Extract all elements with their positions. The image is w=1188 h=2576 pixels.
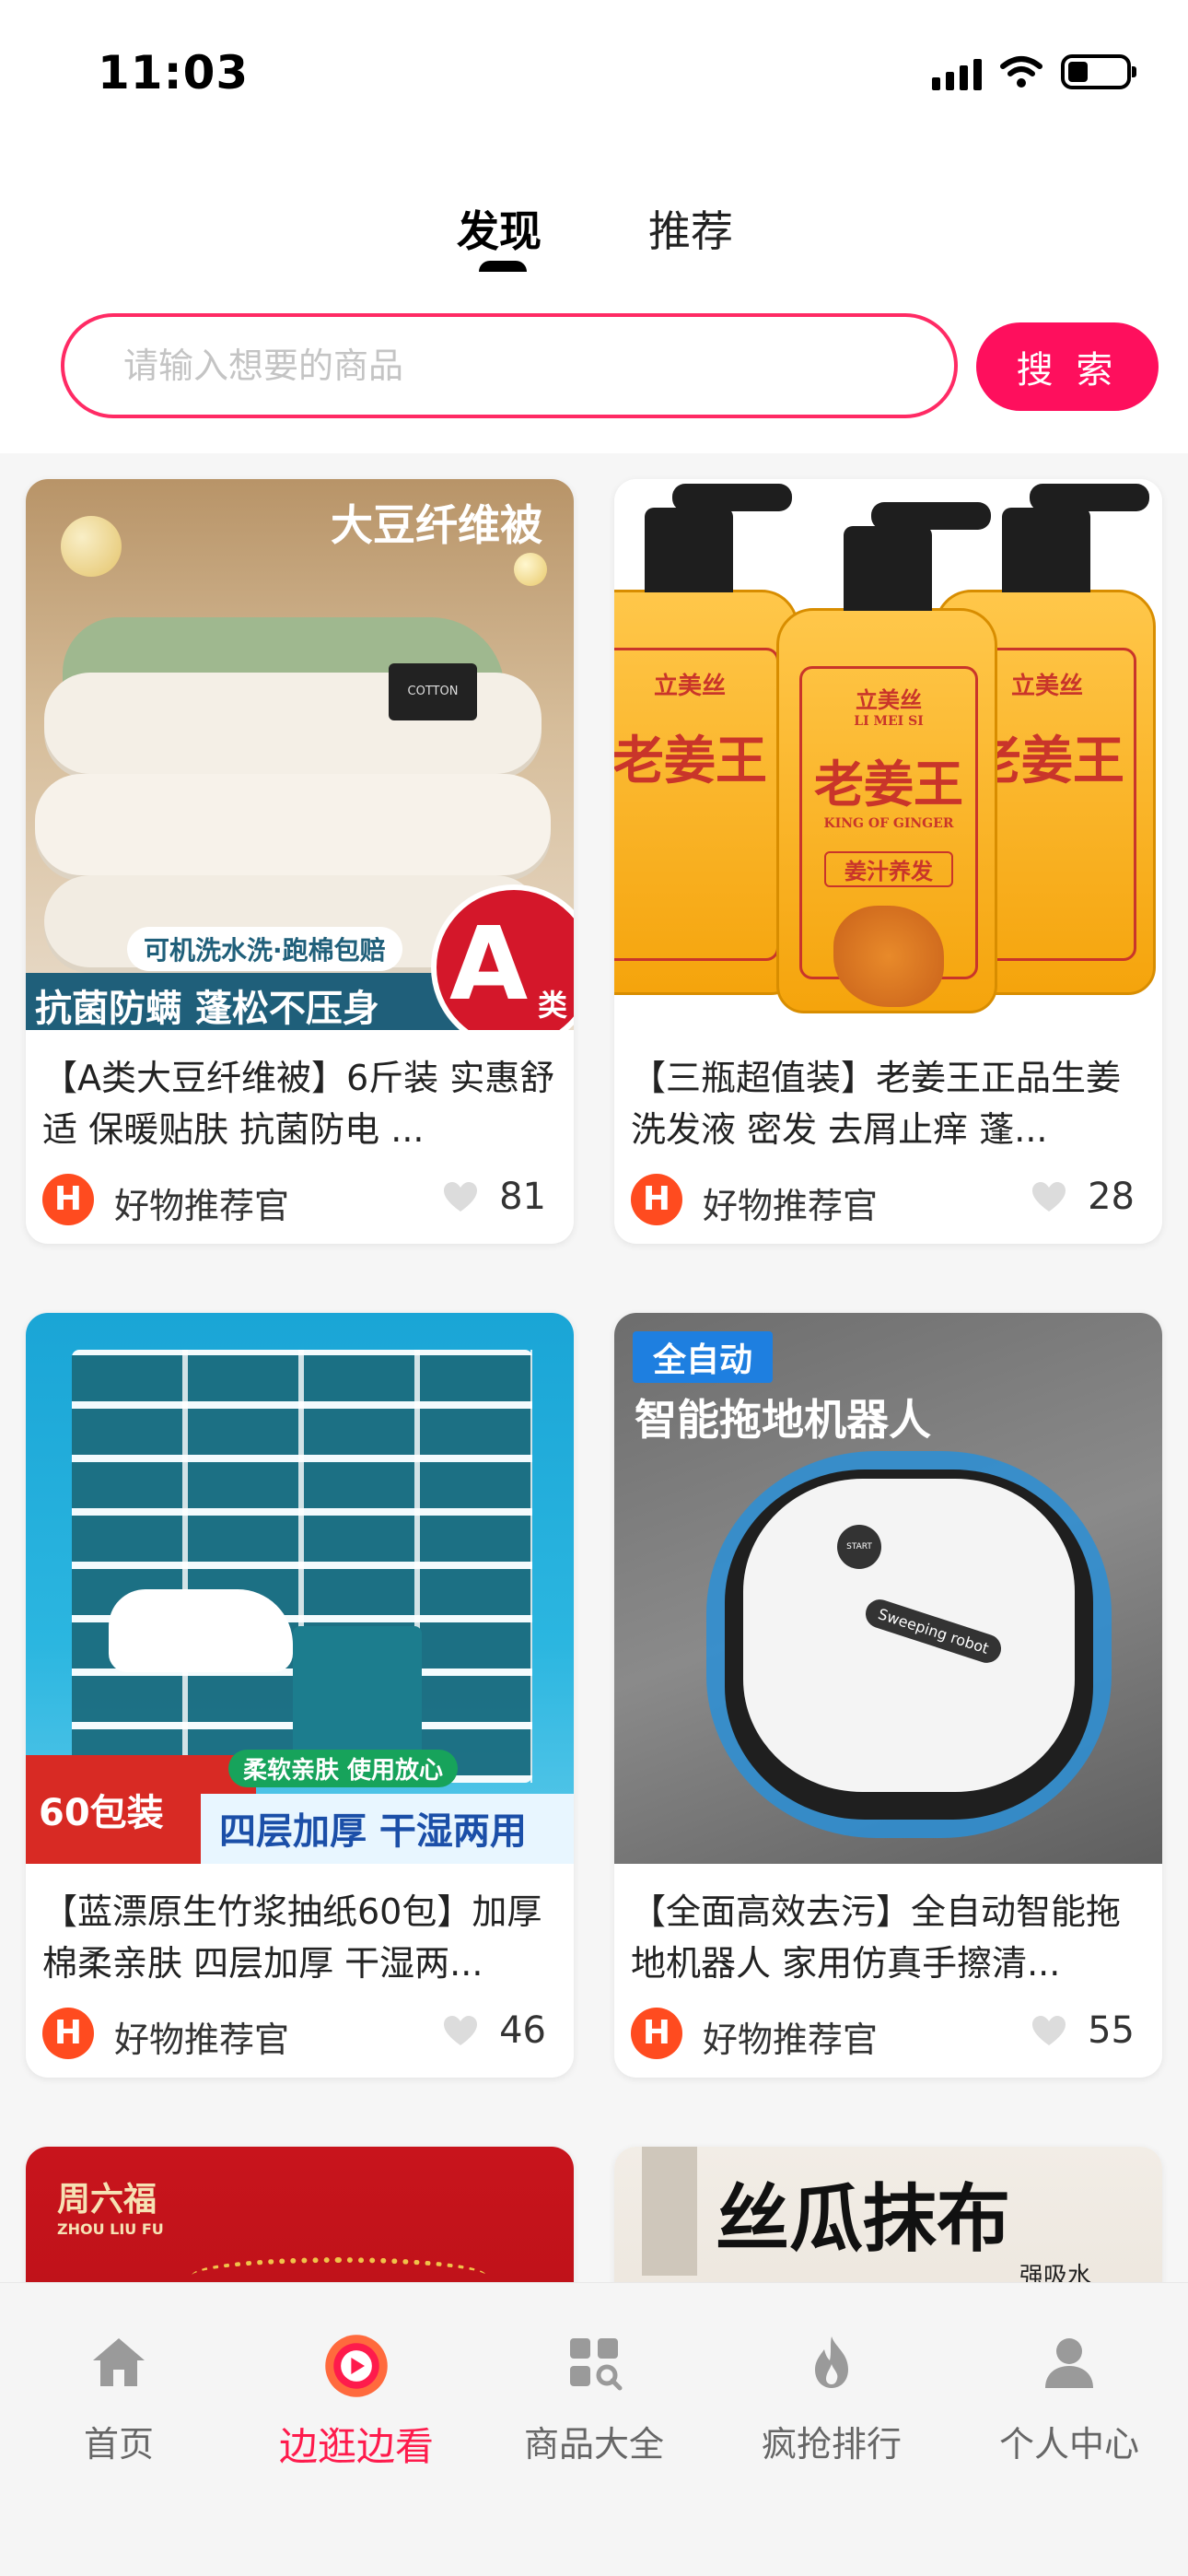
like-count: 46: [499, 2009, 546, 2052]
wifi-icon: [1000, 56, 1042, 88]
product-card[interactable]: 立美丝 老姜王 立美丝 老姜王 立美丝 LI MEI SI 老姜王 KING OF …: [614, 479, 1162, 1244]
nav-label: 疯抢排行: [761, 2424, 902, 2465]
like-count: 81: [499, 1176, 546, 1218]
bottom-nav: 首页 边逛边看 商品大全 疯抢排行 个人中心: [0, 2282, 1188, 2576]
shop-name[interactable]: 好物推荐官: [114, 2011, 289, 2062]
image-headline: 大豆纤维被: [331, 500, 542, 550]
nav-label: 个人中心: [998, 2424, 1139, 2465]
nav-browse-watch[interactable]: 边逛边看: [238, 2333, 475, 2472]
category-icon: [570, 2338, 623, 2391]
product-image[interactable]: COTTON 大豆纤维被 可机洗水洗·跑棉包赔 抗菌防螨 蓬松不压身 A 类: [26, 479, 574, 1030]
nav-hot-ranking[interactable]: 疯抢排行: [713, 2333, 950, 2466]
search-input[interactable]: [64, 317, 954, 415]
image-product-en: KING OF GINGER: [823, 816, 954, 831]
product-card[interactable]: 周六福 ZHOU LIU FU: [26, 2147, 574, 2282]
image-banner: 抗菌防螨 蓬松不压身: [35, 988, 379, 1030]
search-button[interactable]: 搜 索: [976, 322, 1159, 411]
image-badge: 柔软亲肤 使用放心: [228, 1750, 459, 1787]
product-card[interactable]: 全自动 智能拖地机器人 START Sweeping robot 【全面高效去污…: [614, 1313, 1162, 2078]
status-bar: 11:03: [0, 0, 1188, 147]
product-image[interactable]: 立美丝 老姜王 立美丝 老姜王 立美丝 LI MEI SI 老姜王 KING OF …: [614, 479, 1162, 1030]
shop-logo-icon[interactable]: H: [631, 1174, 682, 1225]
shop-logo-icon[interactable]: H: [631, 2008, 682, 2059]
card-footer: H 好物推荐官 81: [26, 1155, 574, 1244]
product-image[interactable]: 全自动 智能拖地机器人 START Sweeping robot: [614, 1313, 1162, 1864]
nav-all-products[interactable]: 商品大全: [475, 2333, 713, 2466]
image-pack: 60包装: [39, 1792, 164, 1834]
image-headline: 丝瓜抹布: [716, 2176, 1010, 2262]
image-brand-en: ZHOU LIU FU: [57, 2220, 164, 2238]
heart-icon: [444, 1182, 478, 1212]
like-button[interactable]: 55: [1031, 2009, 1135, 2052]
image-grade: A: [449, 905, 529, 1023]
like-button[interactable]: 46: [442, 2009, 546, 2052]
product-image[interactable]: 周六福 ZHOU LIU FU: [26, 2147, 574, 2282]
shop-name[interactable]: 好物推荐官: [703, 2011, 878, 2062]
product-title[interactable]: 【蓝漂原生竹浆抽纸60包】加厚棉柔亲肤 四层加厚 干湿两...: [26, 1864, 574, 1989]
product-image[interactable]: 丝瓜抹布 强吸水: [614, 2147, 1162, 2282]
heart-icon: [1032, 2016, 1066, 2045]
battery-icon: [1061, 54, 1136, 89]
image-badge: 可机洗水洗·跑棉包赔: [127, 927, 402, 971]
heart-icon: [1032, 1182, 1066, 1212]
like-button[interactable]: 28: [1031, 1176, 1135, 1218]
card-footer: H 好物推荐官 46: [26, 1989, 574, 2078]
status-icons: [932, 53, 1136, 90]
shop-logo-icon[interactable]: H: [42, 2008, 94, 2059]
product-title[interactable]: 【A类大豆纤维被】6斤装 实惠舒适 保暖贴肤 抗菌防电 ...: [26, 1030, 574, 1155]
image-start-button: START: [837, 1525, 881, 1569]
nav-home[interactable]: 首页: [0, 2333, 238, 2466]
card-footer: H 好物推荐官 28: [614, 1155, 1162, 1244]
top-tabs: 发现 推荐: [0, 189, 1188, 281]
active-tab-indicator: [479, 261, 527, 272]
shop-name[interactable]: 好物推荐官: [703, 1177, 878, 1228]
tab-discover[interactable]: 发现: [457, 198, 542, 259]
like-button[interactable]: 81: [442, 1176, 546, 1218]
image-tag: 全自动: [633, 1331, 774, 1383]
nav-profile[interactable]: 个人中心: [950, 2333, 1188, 2466]
product-title[interactable]: 【全面高效去污】全自动智能拖地机器人 家用仿真手擦清...: [614, 1864, 1162, 1989]
image-headline: 智能拖地机器人: [635, 1395, 931, 1445]
image-tag: 姜汁养发: [824, 851, 953, 887]
shop-name[interactable]: 好物推荐官: [114, 1177, 289, 1228]
like-count: 55: [1088, 2009, 1135, 2052]
play-icon: [325, 2335, 388, 2397]
image-tag: 强吸水: [1019, 2263, 1092, 2282]
nav-label: 边逛边看: [278, 2424, 434, 2469]
search-box: [61, 313, 958, 418]
bottle-label: 立美丝 LI MEI SI 老姜王 KING OF GINGER 姜汁养发: [799, 666, 978, 1007]
image-banner: 四层加厚 干湿两用: [219, 1810, 527, 1853]
tab-recommend[interactable]: 推荐: [648, 198, 733, 259]
product-title[interactable]: 【三瓶超值装】老姜王正品生姜洗发液 密发 去屑止痒 蓬...: [614, 1030, 1162, 1155]
product-card[interactable]: 60包装 柔软亲肤 使用放心 四层加厚 干湿两用 【蓝漂原生竹浆抽纸60包】加厚…: [26, 1313, 574, 2078]
person-icon: [1045, 2338, 1093, 2388]
fire-icon: [815, 2336, 848, 2388]
product-card[interactable]: COTTON 大豆纤维被 可机洗水洗·跑棉包赔 抗菌防螨 蓬松不压身 A 类 【…: [26, 479, 574, 1244]
home-icon: [93, 2338, 145, 2386]
image-brand-en: LI MEI SI: [854, 714, 924, 729]
nav-label: 首页: [83, 2424, 154, 2465]
heart-icon: [444, 2016, 478, 2045]
image-grade-suffix: 类: [538, 988, 568, 1023]
product-card[interactable]: 丝瓜抹布 强吸水: [614, 2147, 1162, 2282]
product-image[interactable]: 60包装 柔软亲肤 使用放心 四层加厚 干湿两用: [26, 1313, 574, 1864]
product-feed[interactable]: COTTON 大豆纤维被 可机洗水洗·跑棉包赔 抗菌防螨 蓬松不压身 A 类 【…: [0, 453, 1188, 2282]
status-time: 11:03: [98, 46, 250, 100]
image-brand: 立美丝: [856, 686, 922, 713]
signal-icon: [932, 53, 982, 90]
image-brand: 周六福: [57, 2180, 157, 2219]
like-count: 28: [1088, 1176, 1135, 1218]
search-row: 搜 索: [0, 313, 1188, 424]
nav-label: 商品大全: [523, 2424, 664, 2465]
image-product-name: 老姜王: [814, 755, 963, 814]
shop-logo-icon[interactable]: H: [42, 1174, 94, 1225]
card-footer: H 好物推荐官 55: [614, 1989, 1162, 2078]
brand-tag: COTTON: [389, 663, 477, 720]
